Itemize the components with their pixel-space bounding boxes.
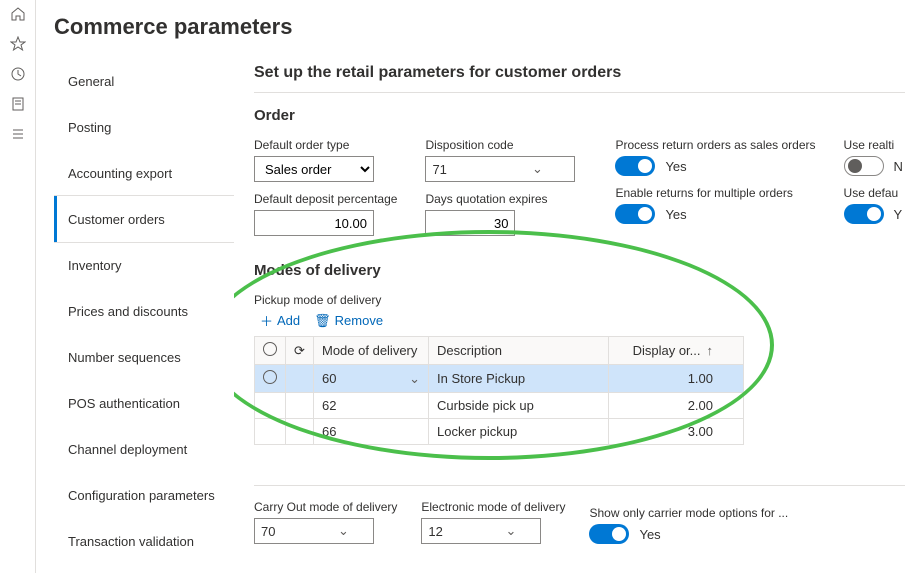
sort-asc-icon: ↑ (707, 343, 714, 358)
process-return-label: Process return orders as sales orders (615, 138, 815, 152)
chevron-down-icon: ⌄ (481, 523, 540, 539)
content-area: Set up the retail parameters for custome… (234, 58, 909, 564)
nav-accounting-export[interactable]: Accounting export (54, 150, 234, 196)
modes-fasttab-title: Modes of delivery (254, 262, 905, 279)
process-return-value: Yes (665, 159, 686, 174)
use-realti-label: Use realti (844, 138, 903, 152)
cell-desc: In Store Pickup (429, 365, 609, 393)
use-realti-toggle[interactable] (844, 156, 884, 176)
page-icon[interactable] (10, 96, 26, 112)
default-order-type-select[interactable]: Sales order (254, 156, 374, 182)
cell-desc: Curbside pick up (429, 393, 609, 419)
process-return-toggle[interactable] (615, 156, 655, 176)
enable-returns-toggle[interactable] (615, 204, 655, 224)
default-order-type-label: Default order type (254, 138, 397, 152)
cell-desc: Locker pickup (429, 419, 609, 445)
cell-disp: 1.00 (609, 365, 744, 393)
electronic-label: Electronic mode of delivery (421, 500, 565, 514)
nav-pos-auth[interactable]: POS authentication (54, 380, 234, 426)
default-deposit-label: Default deposit percentage (254, 192, 397, 206)
nav-posting[interactable]: Posting (54, 104, 234, 150)
row-radio[interactable] (263, 370, 277, 384)
section-title: Set up the retail parameters for custome… (254, 64, 905, 82)
carry-out-value: 70 (255, 524, 314, 539)
grid-toolbar: ＋Add 🗑Remove (260, 311, 905, 330)
only-carrier-value: Yes (639, 527, 660, 542)
disposition-code-value: 71 (426, 162, 500, 177)
enable-returns-label: Enable returns for multiple orders (615, 186, 815, 200)
left-nav: General Posting Accounting export Custom… (54, 58, 234, 564)
cell-disp: 2.00 (609, 393, 744, 419)
add-button[interactable]: ＋Add (260, 311, 300, 330)
disposition-code-lookup[interactable]: 71 ⌄ (425, 156, 575, 182)
cell-mode[interactable]: 62 (314, 393, 429, 419)
cell-mode[interactable]: 66 (314, 419, 429, 445)
pickup-mode-label: Pickup mode of delivery (254, 293, 905, 307)
cell-disp: 3.00 (609, 419, 744, 445)
refresh-icon: ⟳ (294, 343, 305, 359)
page-title: Commerce parameters (54, 14, 909, 40)
electronic-lookup[interactable]: 12 ⌄ (421, 518, 541, 544)
divider (254, 92, 905, 93)
use-defau-label: Use defau (844, 186, 903, 200)
nav-general[interactable]: General (54, 58, 234, 104)
col-mode[interactable]: Mode of delivery (314, 337, 429, 365)
use-defau-toggle[interactable] (844, 204, 884, 224)
nav-transaction-validation[interactable]: Transaction validation (54, 518, 234, 564)
nav-customer-orders[interactable]: Customer orders (54, 196, 234, 242)
chevron-down-icon: ⌄ (314, 523, 373, 539)
table-row[interactable]: 60⌄ In Store Pickup 1.00 (255, 365, 744, 393)
table-row[interactable]: 62 Curbside pick up 2.00 (255, 393, 744, 419)
nav-inventory[interactable]: Inventory (54, 242, 234, 288)
enable-returns-value: Yes (665, 207, 686, 222)
only-carrier-label: Show only carrier mode options for ... (589, 506, 788, 520)
list-icon[interactable] (10, 126, 26, 142)
disposition-code-label: Disposition code (425, 138, 575, 152)
chevron-down-icon: ⌄ (500, 161, 574, 177)
nav-prices-discounts[interactable]: Prices and discounts (54, 288, 234, 334)
order-fasttab-title: Order (254, 107, 905, 124)
plus-icon: ＋ (260, 311, 273, 330)
trash-icon: 🗑 (314, 313, 331, 329)
carry-out-lookup[interactable]: 70 ⌄ (254, 518, 374, 544)
use-realti-value: N (894, 159, 903, 174)
only-carrier-toggle[interactable] (589, 524, 629, 544)
star-icon[interactable] (10, 36, 26, 52)
clock-icon[interactable] (10, 66, 26, 82)
divider (254, 485, 905, 486)
col-display-order[interactable]: Display or...↑ (609, 337, 744, 365)
nav-channel-deployment[interactable]: Channel deployment (54, 426, 234, 472)
electronic-value: 12 (422, 524, 481, 539)
cell-mode[interactable]: 60⌄ (314, 365, 429, 393)
app-iconbar (0, 0, 36, 573)
nav-config-parameters[interactable]: Configuration parameters (54, 472, 234, 518)
select-all-radio[interactable] (255, 337, 286, 365)
use-defau-value: Y (894, 207, 903, 222)
days-quotation-label: Days quotation expires (425, 192, 575, 206)
pickup-mode-grid: ⟳ Mode of delivery Description Display o… (254, 336, 744, 445)
home-icon[interactable] (10, 6, 26, 22)
chevron-down-icon: ⌄ (409, 371, 420, 387)
col-description[interactable]: Description (429, 337, 609, 365)
days-quotation-input[interactable] (425, 210, 515, 236)
refresh-column[interactable]: ⟳ (286, 337, 314, 365)
remove-button[interactable]: 🗑Remove (314, 311, 383, 330)
default-deposit-input[interactable] (254, 210, 374, 236)
order-form-grid: Default order type Sales order Default d… (254, 138, 905, 236)
bottom-fields: Carry Out mode of delivery 70 ⌄ Electron… (254, 500, 905, 544)
carry-out-label: Carry Out mode of delivery (254, 500, 397, 514)
table-row[interactable]: 66 Locker pickup 3.00 (255, 419, 744, 445)
nav-number-sequences[interactable]: Number sequences (54, 334, 234, 380)
